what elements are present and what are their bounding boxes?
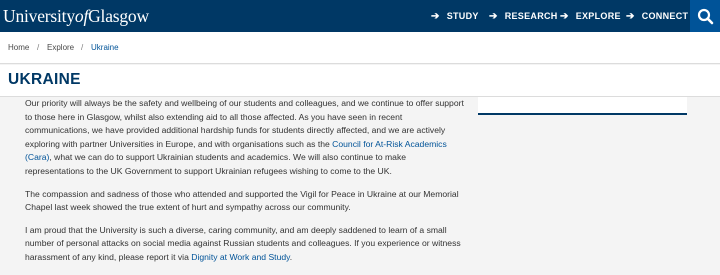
nav-research[interactable]: ➔ RESEARCH [489, 0, 558, 32]
university-logo[interactable]: UniversityofGlasgow [3, 4, 149, 28]
breadcrumb: Home / Explore / Ukraine [0, 32, 720, 64]
paragraph-text: . [289, 251, 293, 262]
page-title: UKRAINE [8, 71, 81, 88]
article-body: Our priority will always be the safety a… [25, 97, 467, 274]
paragraph: Our priority will always be the safety a… [25, 97, 467, 179]
nav-explore[interactable]: ➔ EXPLORE [560, 0, 621, 32]
logo-text-of: of [74, 6, 89, 26]
paragraph-text: , what we can do to support Ukrainian st… [25, 152, 407, 176]
breadcrumb-current: Ukraine [91, 43, 119, 52]
logo-text-university: University [3, 6, 75, 26]
arrow-right-icon: ➔ [489, 10, 498, 22]
nav-connect[interactable]: ➔ CONNECT [626, 0, 688, 32]
nav-connect-label: CONNECT [641, 11, 689, 21]
dignity-at-work-link[interactable]: Dignity at Work and Study [191, 252, 290, 262]
sidebar-panel [478, 97, 687, 115]
arrow-right-icon: ➔ [626, 10, 635, 22]
nav-study[interactable]: ➔ STUDY [431, 0, 479, 32]
logo-text-glasgow: Glasgow [88, 6, 149, 26]
nav-research-label: RESEARCH [504, 11, 558, 21]
breadcrumb-separator: / [81, 43, 84, 52]
arrow-right-icon: ➔ [560, 10, 569, 22]
nav-study-label: STUDY [446, 11, 479, 21]
breadcrumb-separator: / [37, 43, 40, 52]
nav-explore-label: EXPLORE [575, 11, 621, 21]
paragraph: The compassion and sadness of those who … [25, 188, 459, 213]
breadcrumb-home[interactable]: Home [8, 32, 29, 64]
search-button[interactable] [690, 0, 720, 32]
paragraph: I am proud that the University is such a… [25, 224, 467, 265]
site-header: UniversityofGlasgow ➔ STUDY ➔ RESEARCH ➔… [0, 0, 720, 32]
breadcrumb-explore[interactable]: Explore [47, 32, 74, 64]
arrow-right-icon: ➔ [431, 10, 440, 22]
search-icon [697, 8, 713, 24]
page-title-bar: UKRAINE [0, 65, 720, 97]
